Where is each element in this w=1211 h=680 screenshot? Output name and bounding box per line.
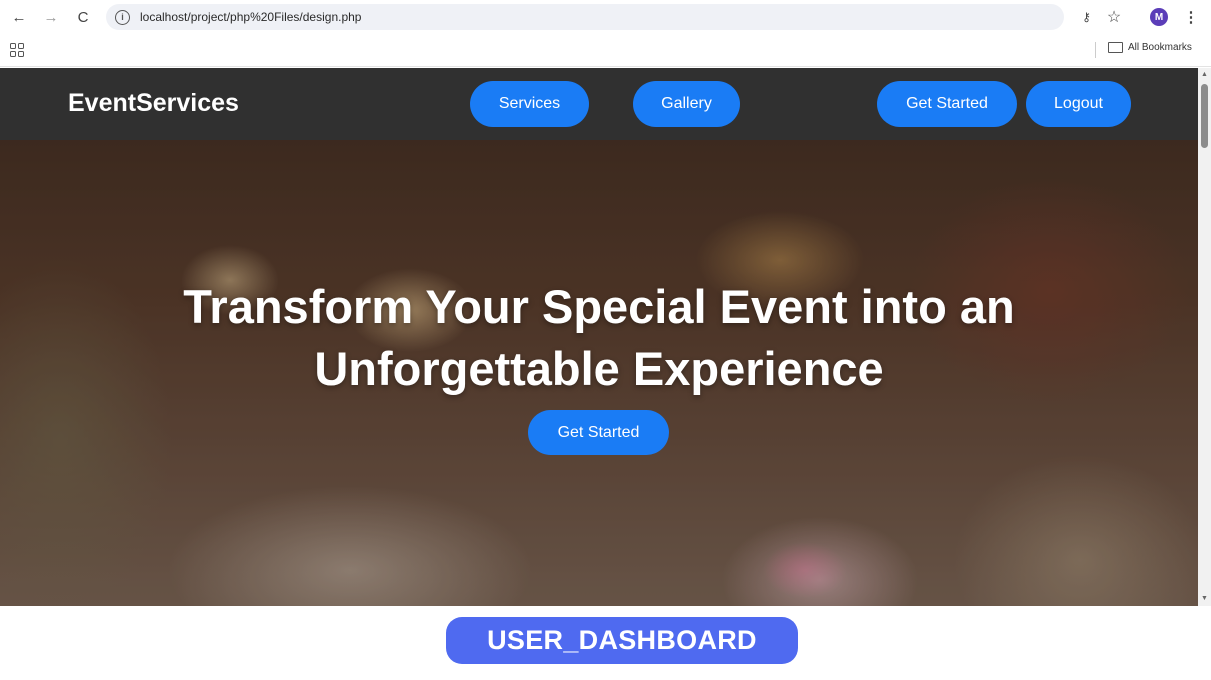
hero-heading-line-2: Unforgettable Experience: [314, 342, 884, 395]
nav-get-started-button[interactable]: Get Started: [877, 81, 1017, 127]
hero-get-started-button[interactable]: Get Started: [528, 410, 669, 455]
reload-icon[interactable]: C: [73, 7, 93, 27]
logout-button[interactable]: Logout: [1026, 81, 1131, 127]
page-scrollbar[interactable]: ▲ ▼: [1198, 68, 1211, 606]
scrollbar-thumb[interactable]: [1201, 84, 1208, 148]
gallery-button[interactable]: Gallery: [633, 81, 740, 127]
scroll-up-arrow-icon[interactable]: ▲: [1200, 71, 1209, 79]
services-button[interactable]: Services: [470, 81, 589, 127]
site-info-icon[interactable]: i: [115, 9, 130, 25]
page-viewport: EventServices Services Gallery Get Start…: [0, 68, 1198, 606]
site-logo[interactable]: EventServices: [68, 89, 239, 118]
hero-heading: Transform Your Special Event into an Unf…: [0, 276, 1198, 400]
site-navbar: EventServices Services Gallery Get Start…: [0, 68, 1198, 140]
profile-avatar[interactable]: M: [1150, 8, 1168, 26]
apps-grid-icon[interactable]: [10, 43, 24, 57]
folder-icon: [1108, 42, 1123, 53]
browser-menu-icon[interactable]: ⋮: [1181, 7, 1201, 27]
bookmark-star-icon[interactable]: ☆: [1104, 7, 1124, 27]
scroll-down-arrow-icon[interactable]: ▼: [1200, 595, 1209, 603]
address-bar[interactable]: i localhost/project/php%20Files/design.p…: [106, 4, 1064, 30]
screen-caption-badge: USER_DASHBOARD: [446, 617, 798, 664]
forward-arrow-icon[interactable]: →: [41, 7, 61, 27]
browser-toolbar: ← → C i localhost/project/php%20Files/de…: [0, 0, 1211, 34]
all-bookmarks-button[interactable]: All Bookmarks: [1108, 42, 1192, 53]
url-text[interactable]: localhost/project/php%20Files/design.php: [140, 10, 361, 24]
password-key-icon[interactable]: ⚷: [1076, 7, 1096, 27]
bookmarks-divider: [1095, 42, 1096, 58]
bookmarks-bar: All Bookmarks: [0, 34, 1211, 67]
all-bookmarks-label: All Bookmarks: [1128, 42, 1192, 53]
back-arrow-icon[interactable]: ←: [9, 7, 29, 27]
hero-heading-line-1: Transform Your Special Event into an: [183, 280, 1015, 333]
